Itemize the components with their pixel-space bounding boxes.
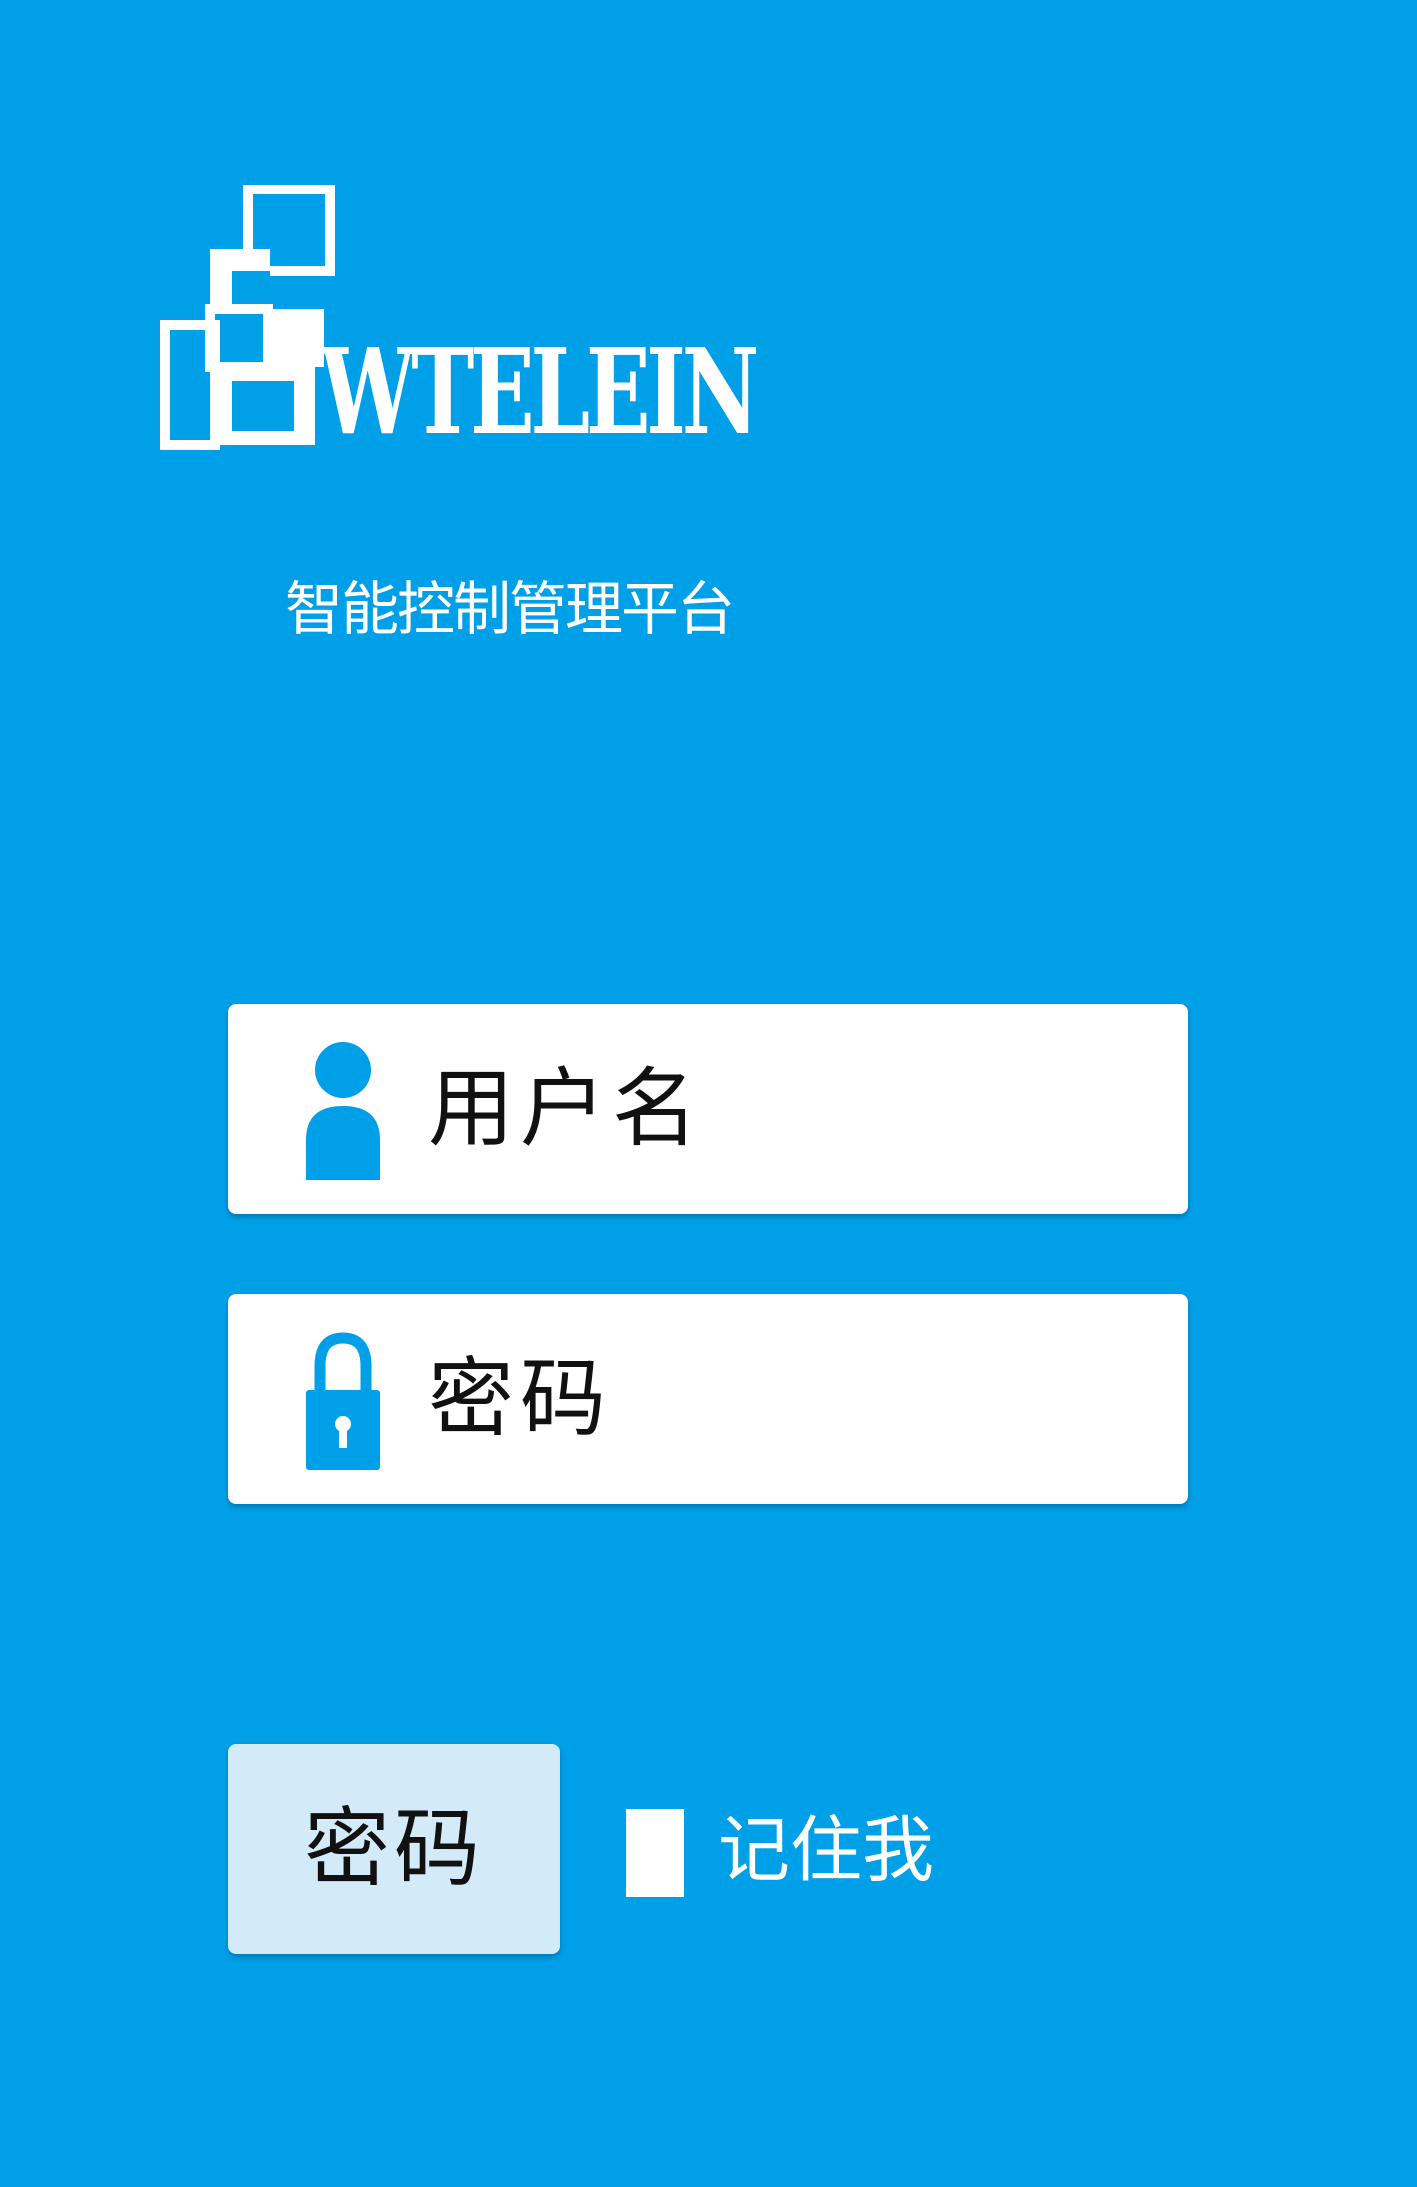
lock-icon bbox=[306, 1332, 380, 1470]
password-placeholder: 密码 bbox=[428, 1349, 612, 1449]
password-field[interactable]: 密码 bbox=[228, 1294, 1188, 1504]
logo-mark-icon bbox=[160, 185, 335, 450]
logo: WTELEIN 智能控制管理平台 bbox=[160, 185, 810, 638]
remember-me-checkbox[interactable] bbox=[626, 1809, 684, 1897]
username-placeholder: 用户名 bbox=[428, 1059, 704, 1159]
login-button[interactable]: 密码 bbox=[228, 1744, 560, 1954]
brand-name: WTELEIN bbox=[320, 322, 759, 461]
remember-me-label[interactable]: 记住我 bbox=[718, 1800, 934, 1900]
username-field[interactable]: 用户名 bbox=[228, 1004, 1188, 1214]
platform-subtitle: 智能控制管理平台 bbox=[285, 575, 735, 643]
user-icon bbox=[306, 1042, 380, 1180]
